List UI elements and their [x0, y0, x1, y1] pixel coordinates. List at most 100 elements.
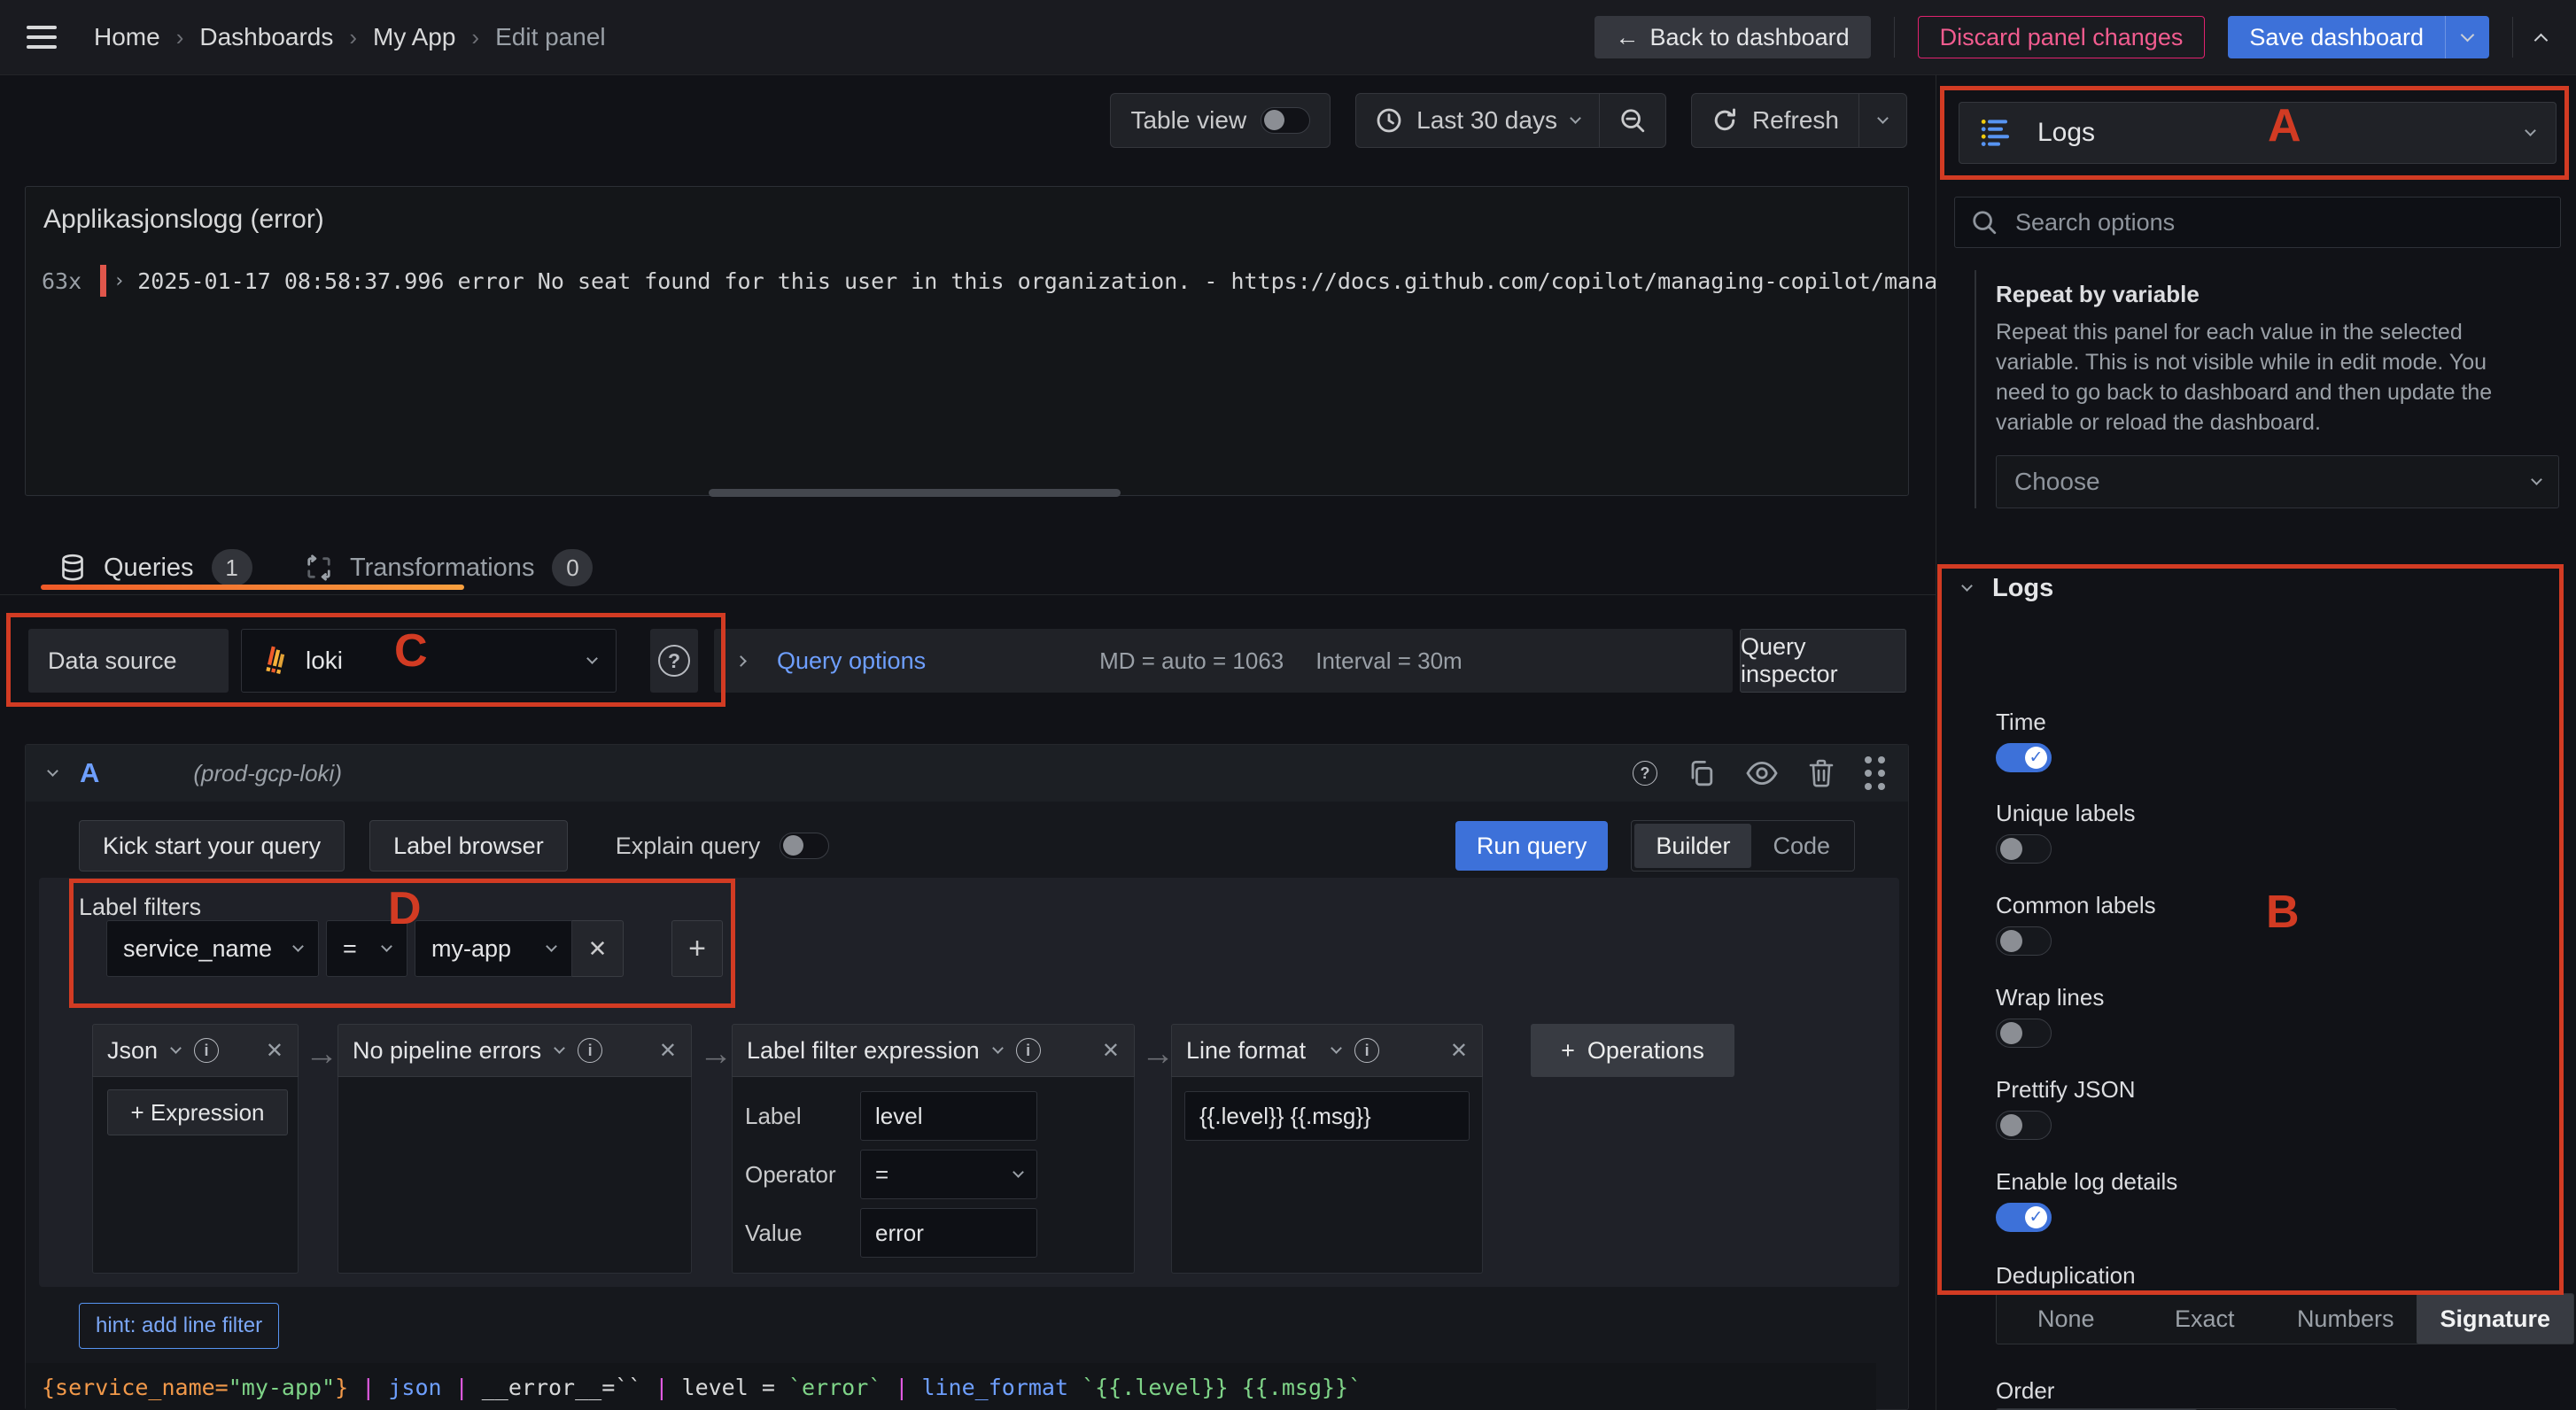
visualization-select[interactable]: Logs [1959, 102, 2557, 164]
query-inspector-button[interactable]: Query inspector [1740, 629, 1906, 693]
table-view-switch[interactable] [1261, 107, 1311, 134]
chevron-down-icon [1877, 112, 1889, 124]
log-level-bar [100, 265, 106, 297]
collapse-header-icon[interactable] [2533, 33, 2549, 47]
label-filter-value-select[interactable]: my-app [415, 920, 572, 977]
repeat-variable-select[interactable]: Choose [1996, 455, 2559, 508]
operation-label-filter-card: Label filter expression i ✕ Label Operat… [732, 1024, 1135, 1274]
code-token: line_format [921, 1374, 1082, 1400]
discard-panel-changes-button[interactable]: Discard panel changes [1917, 16, 2206, 58]
operation-pipeline-errors-header[interactable]: No pipeline errors i ✕ [338, 1024, 692, 1077]
breadcrumb-my-app[interactable]: My App [373, 23, 455, 51]
duplicate-query-icon[interactable] [1688, 759, 1716, 787]
add-label-filter-button[interactable]: + [671, 920, 723, 977]
remove-operation-icon[interactable]: ✕ [1450, 1038, 1468, 1064]
repeat-by-variable-block: Repeat by variable Repeat this panel for… [1975, 270, 2559, 508]
query-editor-card: A (prod-gcp-loki) ? Kick start your quer… [25, 744, 1909, 1410]
operation-label-filter-header[interactable]: Label filter expression i ✕ [732, 1024, 1135, 1077]
table-view-toggle[interactable]: Table view [1111, 94, 1330, 147]
operation-json-card: Json i ✕ + Expression [92, 1024, 299, 1274]
dedup-exact[interactable]: Exact [2135, 1294, 2273, 1344]
prettify-json-switch[interactable] [1996, 1111, 2052, 1140]
option-prettify-json: Prettify JSON [1996, 1076, 2135, 1140]
query-header: A (prod-gcp-loki) ? [26, 745, 1908, 802]
chevron-right-icon [735, 655, 747, 667]
value-field-input[interactable] [860, 1208, 1037, 1258]
delete-query-icon[interactable] [1808, 759, 1835, 787]
explain-query-switch[interactable] [780, 833, 830, 859]
resize-handle[interactable] [709, 489, 1121, 497]
time-range-picker[interactable]: Last 30 days [1356, 94, 1599, 147]
options-search-input[interactable] [2013, 207, 2544, 237]
wrap-lines-switch[interactable] [1996, 1019, 2052, 1048]
info-icon[interactable]: i [1015, 1038, 1041, 1063]
dedup-signature[interactable]: Signature [2417, 1294, 2573, 1344]
zoom-out-time-button[interactable] [1598, 94, 1665, 147]
menu-icon[interactable] [27, 26, 57, 49]
mode-code[interactable]: Code [1751, 824, 1851, 868]
info-icon[interactable]: i [578, 1038, 603, 1063]
zoom-out-icon [1621, 109, 1645, 133]
refresh-interval-button[interactable] [1858, 94, 1906, 147]
collapse-query-icon[interactable] [47, 764, 58, 777]
query-help-icon[interactable]: ? [1633, 761, 1657, 786]
info-icon[interactable]: i [1354, 1038, 1380, 1063]
active-tab-indicator [41, 585, 464, 590]
breadcrumb-home[interactable]: Home [94, 23, 160, 51]
add-expression-button[interactable]: + Expression [107, 1089, 288, 1135]
remove-operation-icon[interactable]: ✕ [659, 1038, 677, 1064]
common-labels-switch[interactable] [1996, 926, 2052, 956]
chevron-down-icon [1961, 580, 1973, 592]
chevron-down-icon [2460, 27, 2475, 42]
info-icon[interactable]: i [194, 1038, 220, 1063]
save-dashboard-button[interactable]: Save dashboard [2228, 16, 2445, 58]
deduplication-segmented: None Exact Numbers Signature [1996, 1293, 2574, 1344]
remove-label-filter-button[interactable]: ✕ [572, 920, 624, 977]
check-icon: ✓ [2025, 1206, 2047, 1228]
label-filter-operator-select[interactable]: = [326, 920, 407, 977]
save-dashboard-menu-button[interactable] [2445, 16, 2489, 58]
operator-select[interactable]: = [860, 1150, 1037, 1199]
code-token: | [881, 1374, 922, 1400]
label-browser-button[interactable]: Label browser [369, 820, 568, 872]
query-options-bar: Query options MD = auto = 1063 Interval … [714, 629, 1733, 693]
drag-handle-icon[interactable] [1865, 756, 1885, 790]
repeat-by-variable-description: Repeat this panel for each value in the … [1996, 320, 2493, 435]
unique-labels-switch[interactable] [1996, 834, 2052, 864]
tab-transformations[interactable]: Transformations 0 [306, 549, 594, 586]
refresh-button[interactable]: Refresh [1692, 94, 1858, 147]
log-expand-icon[interactable]: › [113, 270, 125, 292]
toggle-visibility-icon[interactable] [1746, 761, 1778, 786]
time-switch[interactable]: ✓ [1996, 743, 2052, 772]
option-wrap-lines: Wrap lines [1996, 984, 2104, 1048]
explain-query-toggle: Explain query [616, 833, 830, 860]
line-format-input[interactable] [1184, 1091, 1470, 1141]
time-range-group: Last 30 days [1355, 93, 1666, 148]
panel-options-sidebar: Logs Repeat by variable Repeat this pane… [1936, 75, 2576, 1410]
dedup-numbers[interactable]: Numbers [2274, 1294, 2417, 1344]
operation-json-header[interactable]: Json i ✕ [92, 1024, 299, 1077]
dedup-none[interactable]: None [1997, 1294, 2135, 1344]
datasource-help-button[interactable]: ? [650, 629, 698, 693]
chevron-down-icon [2531, 473, 2542, 485]
log-row[interactable]: 63x › 2025-01-17 08:58:37.996 error No s… [42, 265, 1937, 297]
tab-queries[interactable]: Queries 1 [59, 549, 252, 586]
operation-line-format-header[interactable]: Line format i ✕ [1171, 1024, 1483, 1077]
mode-builder[interactable]: Builder [1634, 824, 1752, 868]
query-options-link[interactable]: Query options [777, 647, 926, 675]
enable-log-details-switch[interactable]: ✓ [1996, 1203, 2052, 1232]
remove-operation-icon[interactable]: ✕ [1102, 1038, 1120, 1064]
add-operations-button[interactable]: + Operations [1531, 1024, 1734, 1077]
logs-options-section-header[interactable]: Logs [1961, 574, 2053, 603]
breadcrumb-separator: › [471, 23, 480, 50]
back-to-dashboard-button[interactable]: ← Back to dashboard [1594, 16, 1871, 58]
run-query-button[interactable]: Run query [1455, 821, 1609, 871]
breadcrumb-dashboards[interactable]: Dashboards [199, 23, 333, 51]
kick-start-query-button[interactable]: Kick start your query [79, 820, 345, 872]
label-filter-key-select[interactable]: service_name [106, 920, 319, 977]
datasource-label: Data source [28, 629, 229, 693]
datasource-select[interactable]: loki [241, 629, 617, 693]
remove-operation-icon[interactable]: ✕ [266, 1038, 283, 1064]
label-field-input[interactable] [860, 1091, 1037, 1141]
hint-add-line-filter-button[interactable]: hint: add line filter [79, 1303, 280, 1349]
